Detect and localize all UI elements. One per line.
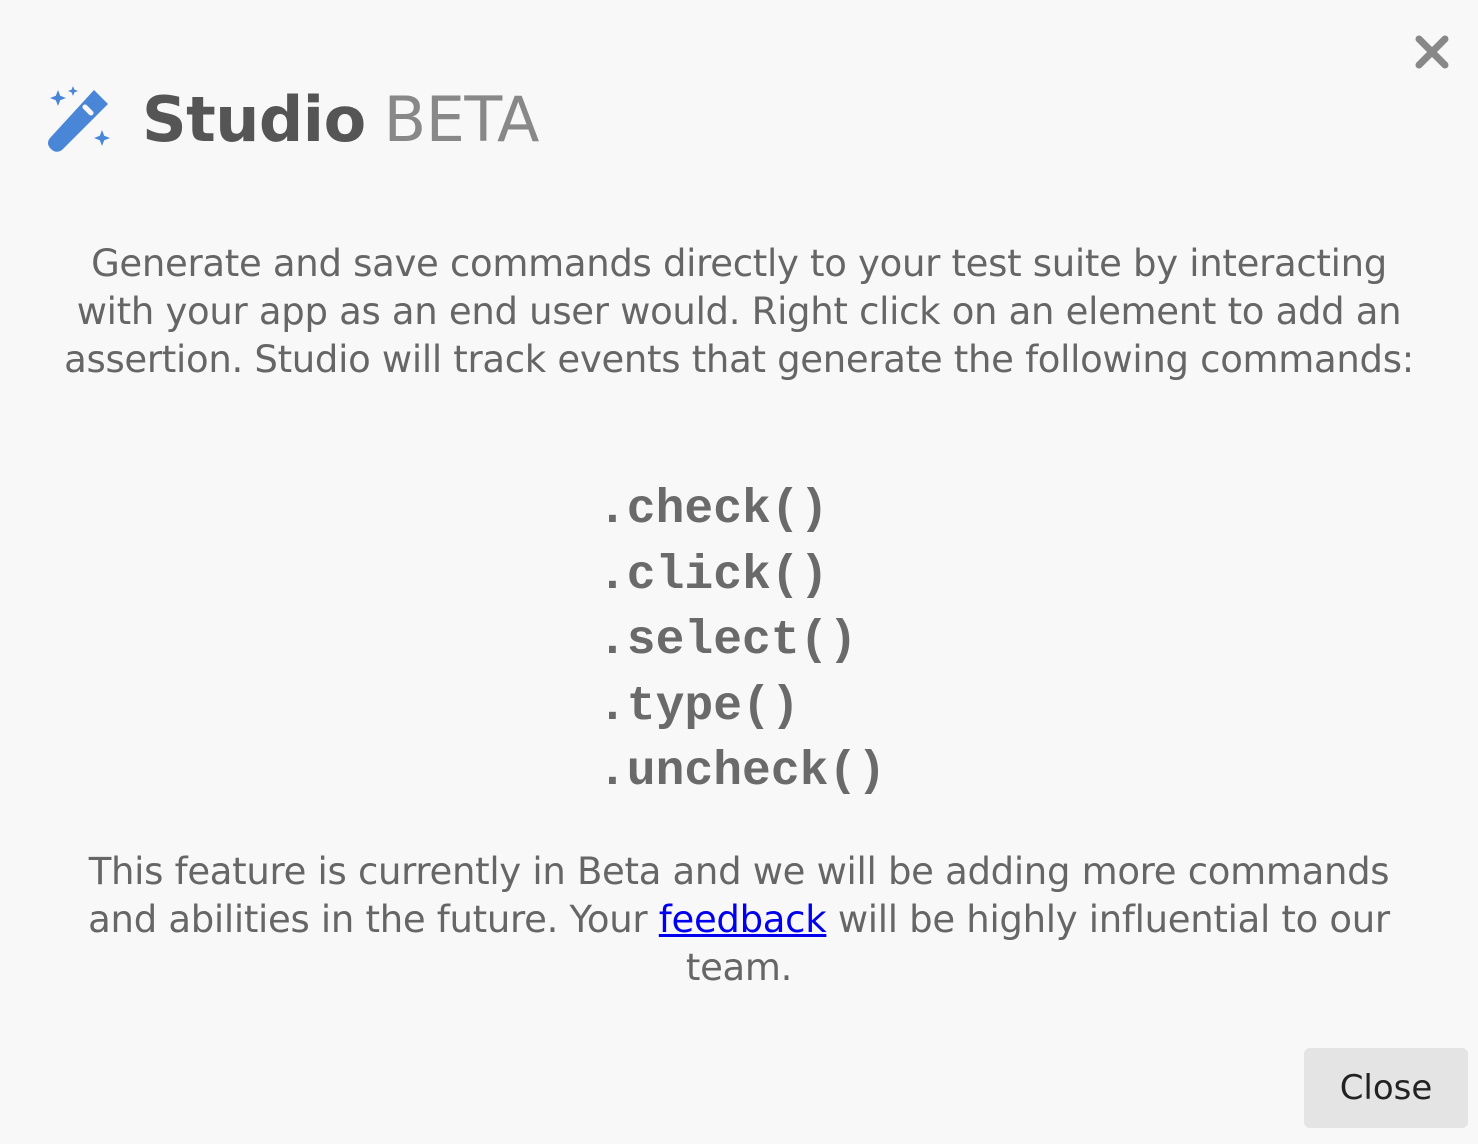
close-button[interactable]: Close	[1304, 1048, 1468, 1128]
close-icon[interactable]	[1410, 30, 1454, 74]
command-item: .uncheck()	[598, 745, 887, 799]
intro-text: Generate and save commands directly to y…	[64, 242, 1414, 381]
outro-text: This feature is currently in Beta and we…	[60, 848, 1418, 992]
studio-dialog: Studio BETA Generate and save commands di…	[0, 0, 1478, 1144]
command-item: .click()	[598, 548, 829, 603]
title-studio: Studio	[142, 83, 366, 156]
command-item: .select()	[598, 614, 858, 668]
beta-badge: BETA	[383, 83, 540, 156]
command-item: .check()	[598, 483, 829, 537]
dialog-title: Studio BETA	[142, 80, 539, 160]
command-item: .type()	[598, 679, 800, 734]
dialog-header: Studio BETA	[44, 80, 539, 160]
magic-wand-icon	[48, 86, 110, 152]
command-list: .check() .click() .select() .type() .unc…	[598, 478, 886, 806]
feedback-link[interactable]: feedback	[659, 898, 827, 941]
